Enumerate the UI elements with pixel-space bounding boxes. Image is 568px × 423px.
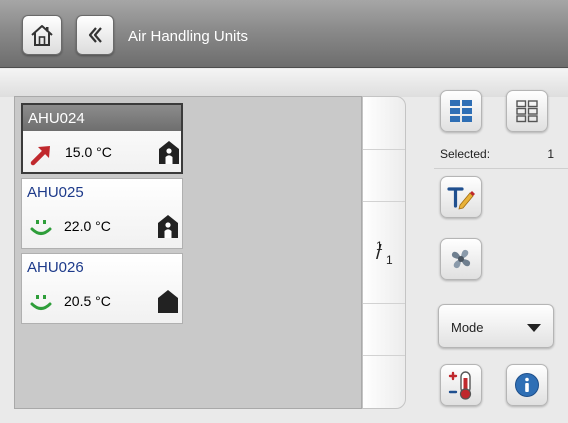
- smiley-icon: [30, 220, 52, 235]
- chevron-left-icon: [88, 27, 102, 43]
- unit-name: AHU026: [27, 259, 84, 276]
- pager-divider: [363, 201, 405, 202]
- info-icon: [515, 373, 539, 397]
- pager-divider: [363, 355, 405, 356]
- fan-button[interactable]: [440, 238, 482, 280]
- house-icon: [158, 290, 178, 313]
- unit-name: AHU025: [27, 184, 84, 201]
- page-indicator: 1 / 1: [369, 239, 401, 269]
- selected-count-row: Selected: 1: [440, 147, 558, 163]
- house-person-icon: [158, 215, 178, 238]
- selected-label: Selected:: [440, 147, 491, 161]
- unit-temperature: 15.0 °C: [65, 144, 112, 160]
- info-button[interactable]: [506, 364, 548, 406]
- chevron-down-icon: [527, 324, 541, 332]
- unit-name: AHU024: [23, 105, 181, 131]
- toolbar-divider: [434, 168, 568, 169]
- pager-divider: [363, 303, 405, 304]
- subheader-strip: [0, 69, 568, 97]
- view-large-button[interactable]: [440, 90, 482, 132]
- page-total: 1: [386, 253, 393, 267]
- unit-card-ahu024[interactable]: AHU024 15.0 °C: [21, 103, 183, 174]
- setpoint-icon: [448, 371, 472, 400]
- setpoint-button[interactable]: [440, 364, 482, 406]
- rename-button[interactable]: [440, 176, 482, 218]
- home-icon: [31, 25, 53, 46]
- unit-card-ahu025[interactable]: AHU025 22.0 °C: [21, 178, 183, 249]
- unit-temperature: 20.5 °C: [64, 293, 111, 309]
- fan-icon: [451, 249, 471, 269]
- page-slash: /: [376, 242, 382, 264]
- view-small-button[interactable]: [506, 90, 548, 132]
- unit-temperature: 22.0 °C: [64, 218, 111, 234]
- selected-count: 1: [547, 147, 554, 161]
- home-button[interactable]: [22, 15, 62, 55]
- rename-icon: [447, 187, 475, 210]
- smiley-icon: [30, 295, 52, 310]
- view-small-icon: [516, 100, 538, 123]
- house-person-icon: [159, 141, 179, 164]
- page-title: Air Handling Units: [128, 28, 249, 45]
- title-bar: Air Handling Units: [0, 0, 568, 68]
- unit-list[interactable]: AHU024 15.0 °C AHU025 22.0 °C AHU026 20.…: [14, 96, 362, 409]
- back-button[interactable]: [76, 15, 114, 55]
- mode-dropdown[interactable]: Mode: [438, 304, 554, 348]
- pager[interactable]: 1 / 1: [362, 96, 406, 409]
- mode-label: Mode: [451, 320, 484, 335]
- pager-divider: [363, 149, 405, 150]
- view-large-icon: [450, 100, 472, 122]
- arrow-up-right-icon: [30, 146, 50, 166]
- unit-card-ahu026[interactable]: AHU026 20.5 °C: [21, 253, 183, 324]
